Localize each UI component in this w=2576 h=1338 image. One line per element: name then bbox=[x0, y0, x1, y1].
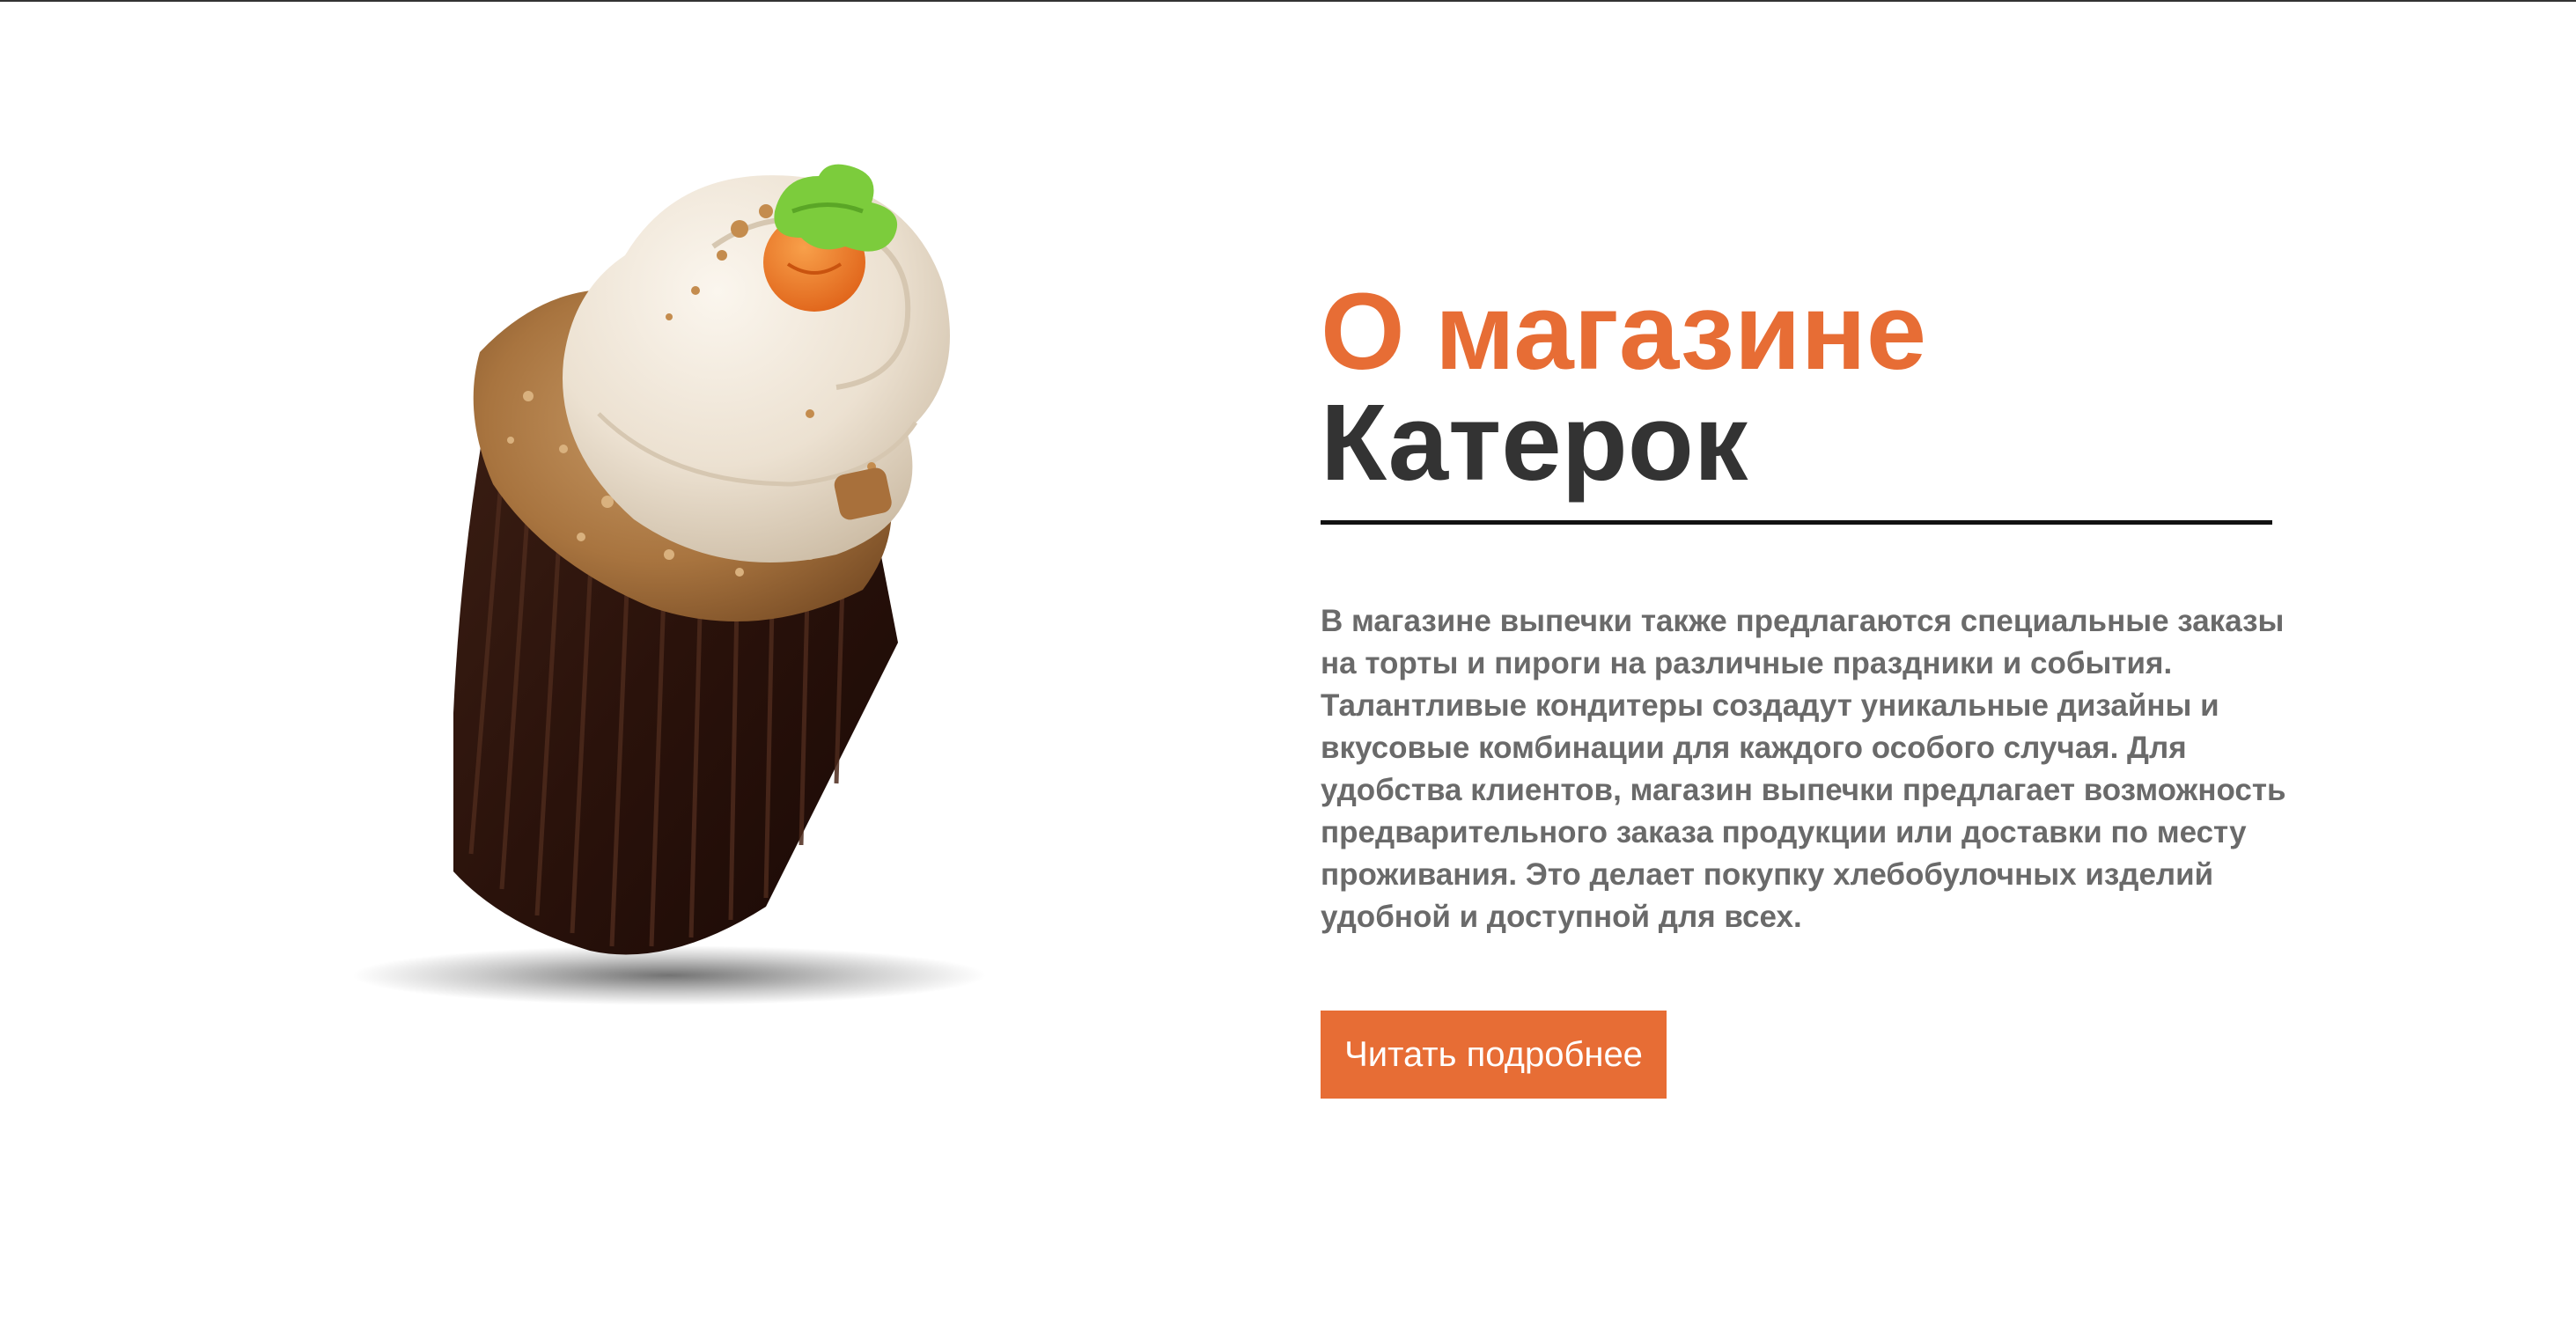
top-border bbox=[0, 0, 2576, 2]
about-description: В магазине выпечки также предлагаются сп… bbox=[1321, 604, 2286, 934]
store-name-heading: Катерок bbox=[1321, 383, 1748, 504]
read-more-button[interactable]: Читать подробнее bbox=[1321, 1011, 1667, 1099]
about-heading-accent: О магазине bbox=[1321, 272, 1927, 393]
heading-divider bbox=[1321, 520, 2272, 525]
cupcake-image bbox=[299, 150, 1197, 1021]
about-section: О магазине Катерок В магазине выпечки та… bbox=[1321, 277, 2289, 1099]
